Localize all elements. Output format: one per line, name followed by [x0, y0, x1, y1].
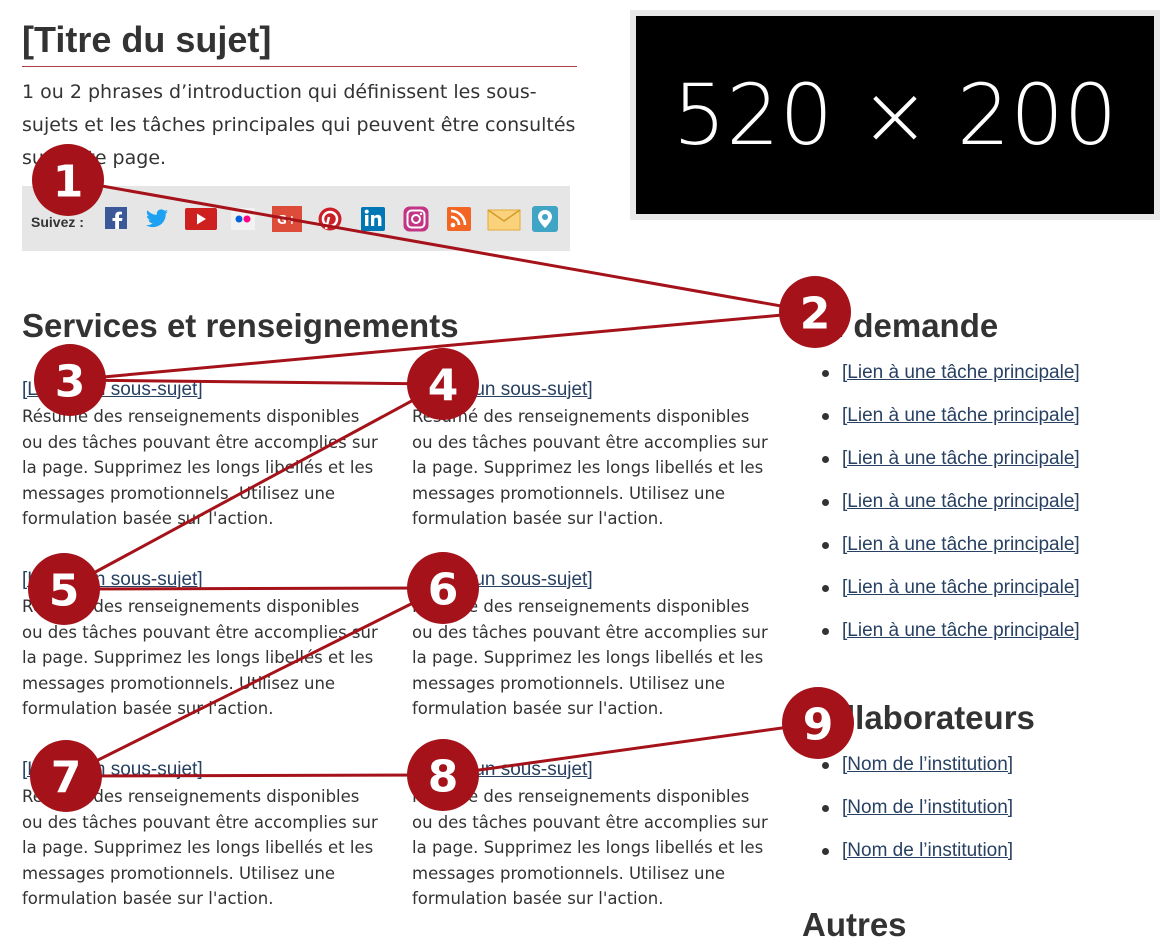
subtopic-summary: Résumé des renseignements disponibles ou… — [412, 407, 768, 528]
task-link[interactable]: [Lien à une tâche principale] — [842, 448, 1080, 469]
subtopic-link[interactable]: [Lien à un sous-sujet] — [412, 568, 772, 592]
subtopic-card: [Lien à un sous-sujet] Résumé des rensei… — [22, 568, 382, 722]
subtopic-card: [Lien à un sous-sujet] Résumé des rensei… — [22, 378, 382, 532]
services-heading: Services et renseignements — [22, 307, 459, 344]
flickr-icon[interactable] — [229, 204, 257, 232]
follow-label: Suivez : — [31, 214, 84, 230]
rss-icon[interactable] — [445, 204, 473, 232]
task-link[interactable]: [Lien à une tâche principale] — [842, 620, 1080, 641]
subtopic-link[interactable]: [Lien à un sous-sujet] — [22, 378, 382, 402]
title-divider — [22, 66, 577, 67]
instagram-icon[interactable] — [402, 204, 430, 232]
subtopic-card: [Lien à un sous-sujet] Résumé des rensei… — [22, 758, 382, 912]
subtopic-card: [Lien à un sous-sujet] Résumé des rensei… — [412, 758, 772, 912]
list-item: [Lien à une tâche principale] — [818, 401, 1080, 444]
subtopic-summary: Résumé des renseignements disponibles ou… — [22, 407, 378, 528]
task-link[interactable]: [Lien à une tâche principale] — [842, 405, 1080, 426]
others-heading: Autres — [802, 906, 907, 943]
list-item: [Nom de l’institution] — [818, 836, 1013, 879]
list-item: [Nom de l’institution] — [818, 750, 1013, 793]
list-item: [Lien à une tâche principale] — [818, 530, 1080, 573]
subtopic-card: [Lien à un sous-sujet] Résumé des rensei… — [412, 378, 772, 532]
institution-link[interactable]: [Nom de l’institution] — [842, 754, 1013, 775]
svg-text:G+: G+ — [277, 213, 297, 227]
institution-link[interactable]: [Nom de l’institution] — [842, 840, 1013, 861]
linkedin-icon[interactable] — [359, 204, 387, 232]
subtopic-card: [Lien à un sous-sujet] Résumé des rensei… — [412, 568, 772, 722]
page-title: [Titre du sujet] — [22, 19, 272, 60]
facebook-icon[interactable] — [102, 204, 130, 232]
twitter-icon[interactable] — [143, 204, 171, 232]
task-link[interactable]: [Lien à une tâche principale] — [842, 577, 1080, 598]
subtopic-summary: Résumé des renseignements disponibles ou… — [412, 787, 768, 908]
list-item: [Lien à une tâche principale] — [818, 616, 1080, 659]
subtopic-link[interactable]: [Lien à un sous-sujet] — [22, 758, 382, 782]
in-demand-heading: En demande — [802, 307, 999, 344]
subtopic-link[interactable]: [Lien à un sous-sujet] — [412, 378, 772, 402]
partners-list: [Nom de l’institution] [Nom de l’institu… — [818, 750, 1013, 879]
list-item: [Lien à une tâche principale] — [818, 573, 1080, 616]
youtube-icon[interactable] — [184, 204, 218, 232]
institution-link[interactable]: [Nom de l’institution] — [842, 797, 1013, 818]
list-item: [Lien à une tâche principale] — [818, 444, 1080, 487]
list-item: [Nom de l’institution] — [818, 793, 1013, 836]
email-icon[interactable] — [487, 204, 521, 232]
task-link[interactable]: [Lien à une tâche principale] — [842, 534, 1080, 555]
subtopic-summary: Résumé des renseignements disponibles ou… — [22, 787, 378, 908]
subtopic-summary: Résumé des renseignements disponibles ou… — [22, 597, 378, 718]
list-item: [Lien à une tâche principale] — [818, 358, 1080, 401]
task-link[interactable]: [Lien à une tâche principale] — [842, 491, 1080, 512]
periscope-icon[interactable] — [531, 204, 559, 232]
google-plus-icon[interactable]: G+ — [272, 204, 302, 232]
in-demand-list: [Lien à une tâche principale] [Lien à un… — [818, 358, 1080, 659]
subtopic-summary: Résumé des renseignements disponibles ou… — [412, 597, 768, 718]
list-item: [Lien à une tâche principale] — [818, 487, 1080, 530]
intro-text: 1 ou 2 phrases d’introduction qui défini… — [22, 81, 576, 169]
pinterest-icon[interactable] — [316, 204, 344, 232]
task-link[interactable]: [Lien à une tâche principale] — [842, 362, 1080, 383]
partners-heading: Collaborateurs — [802, 699, 1035, 736]
social-follow-bar: Suivez : G+ — [22, 186, 570, 251]
subtopic-link[interactable]: [Lien à un sous-sujet] — [412, 758, 772, 782]
placeholder-image: 520 × 200 — [630, 10, 1160, 220]
subtopic-link[interactable]: [Lien à un sous-sujet] — [22, 568, 382, 592]
